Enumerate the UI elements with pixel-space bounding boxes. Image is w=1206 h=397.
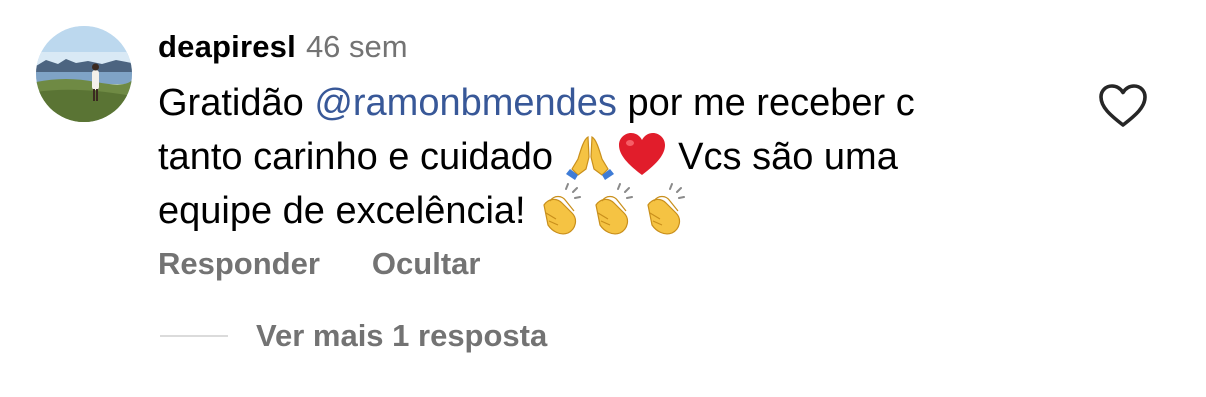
comment-text-segment: Vcs são uma xyxy=(667,136,898,178)
heart-outline-icon xyxy=(1099,84,1147,127)
comment-actions: Responder Ocultar xyxy=(158,242,480,286)
comment-header: deapiresl 46 sem xyxy=(158,24,408,70)
comment-line-1: Gratidão @ramonbmendes por me receber c xyxy=(158,78,1058,129)
clapping-hands-emoji xyxy=(640,183,692,235)
divider xyxy=(160,335,228,337)
clapping-hands-emoji xyxy=(588,183,640,235)
comment-text-segment: por me receber c xyxy=(616,82,915,124)
comment-line-3: equipe de excelência! xyxy=(158,183,1058,237)
comment-text-segment: equipe de excelência! xyxy=(158,190,537,232)
timestamp: 46 sem xyxy=(305,29,408,64)
hide-button[interactable]: Ocultar xyxy=(372,246,481,282)
comment-text-segment: tanto carinho e cuidado xyxy=(158,136,564,178)
clapping-hands-emoji xyxy=(536,183,588,235)
avatar-photo xyxy=(36,26,132,122)
red-heart-emoji xyxy=(616,129,668,181)
comment-line-2: tanto carinho e cuidado Vcs são uma xyxy=(158,129,1058,183)
praying-hands-emoji xyxy=(564,129,616,181)
view-replies-button[interactable]: Ver mais 1 resposta xyxy=(160,314,547,358)
mention-link[interactable]: @ramonbmendes xyxy=(314,82,617,124)
avatar[interactable] xyxy=(36,26,132,122)
comment-text: Gratidão @ramonbmendes por me receber c … xyxy=(158,78,1058,237)
reply-button[interactable]: Responder xyxy=(158,246,320,282)
view-replies-label: Ver mais 1 resposta xyxy=(256,318,548,353)
comment-text-segment: Gratidão xyxy=(158,82,315,124)
like-button[interactable] xyxy=(1097,82,1149,130)
username[interactable]: deapiresl xyxy=(158,29,296,65)
